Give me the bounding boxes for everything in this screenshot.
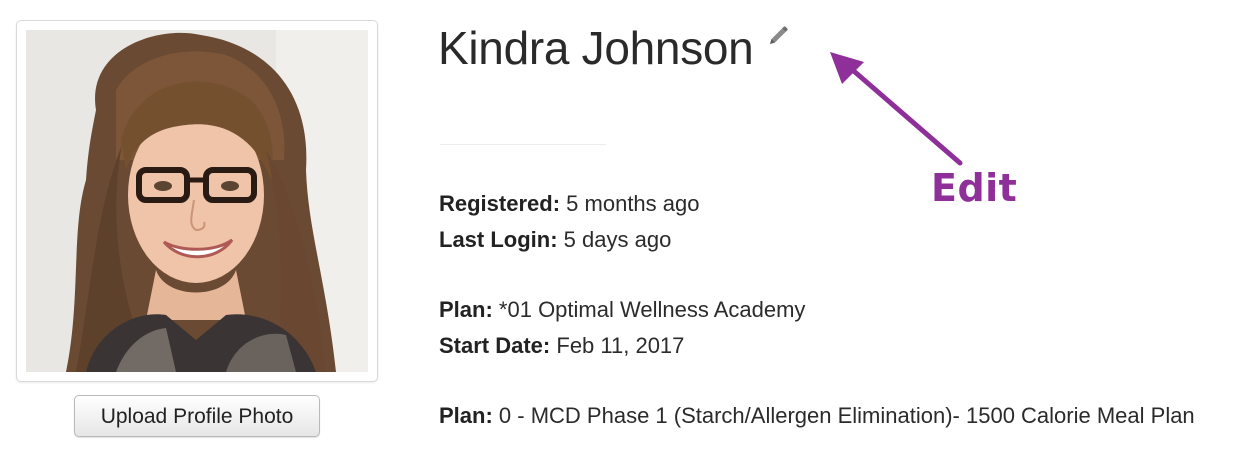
profile-page: Upload Profile Photo Kindra Johnson Regi…	[0, 0, 1256, 460]
start-date-label: Start Date:	[439, 333, 551, 358]
meal-plan-row: Plan: 0 - MCD Phase 1 (Starch/Allergen E…	[439, 398, 1239, 433]
profile-header: Kindra Johnson	[438, 20, 789, 76]
registered-row: Registered: 5 months ago	[439, 186, 699, 222]
registered-label: Registered:	[439, 191, 561, 216]
edit-annotation-arrow	[830, 52, 963, 166]
start-date-row: Start Date: Feb 11, 2017	[439, 328, 805, 364]
last-login-row: Last Login: 5 days ago	[439, 222, 699, 258]
upload-profile-photo-button[interactable]: Upload Profile Photo	[74, 395, 320, 437]
registered-value: 5 months ago	[566, 191, 700, 216]
profile-name: Kindra Johnson	[438, 22, 754, 74]
plan-label: Plan:	[439, 297, 493, 322]
profile-photo	[26, 30, 368, 372]
plan-row: Plan: *01 Optimal Wellness Academy	[439, 292, 805, 328]
pencil-icon[interactable]	[767, 25, 789, 47]
header-divider	[440, 144, 606, 145]
last-login-value: 5 days ago	[563, 227, 672, 252]
start-date-value: Feb 11, 2017	[556, 333, 685, 358]
plan-details: Plan: *01 Optimal Wellness Academy Start…	[439, 292, 805, 364]
profile-photo-frame	[16, 20, 378, 382]
account-details: Registered: 5 months ago Last Login: 5 d…	[439, 186, 699, 258]
plan-value: *01 Optimal Wellness Academy	[498, 297, 806, 322]
edit-annotation-label: Edit	[931, 166, 1018, 210]
meal-plan-value: 0 - MCD Phase 1 (Starch/Allergen Elimina…	[498, 403, 1195, 428]
last-login-label: Last Login:	[439, 227, 558, 252]
meal-plan-label: Plan:	[439, 403, 493, 428]
